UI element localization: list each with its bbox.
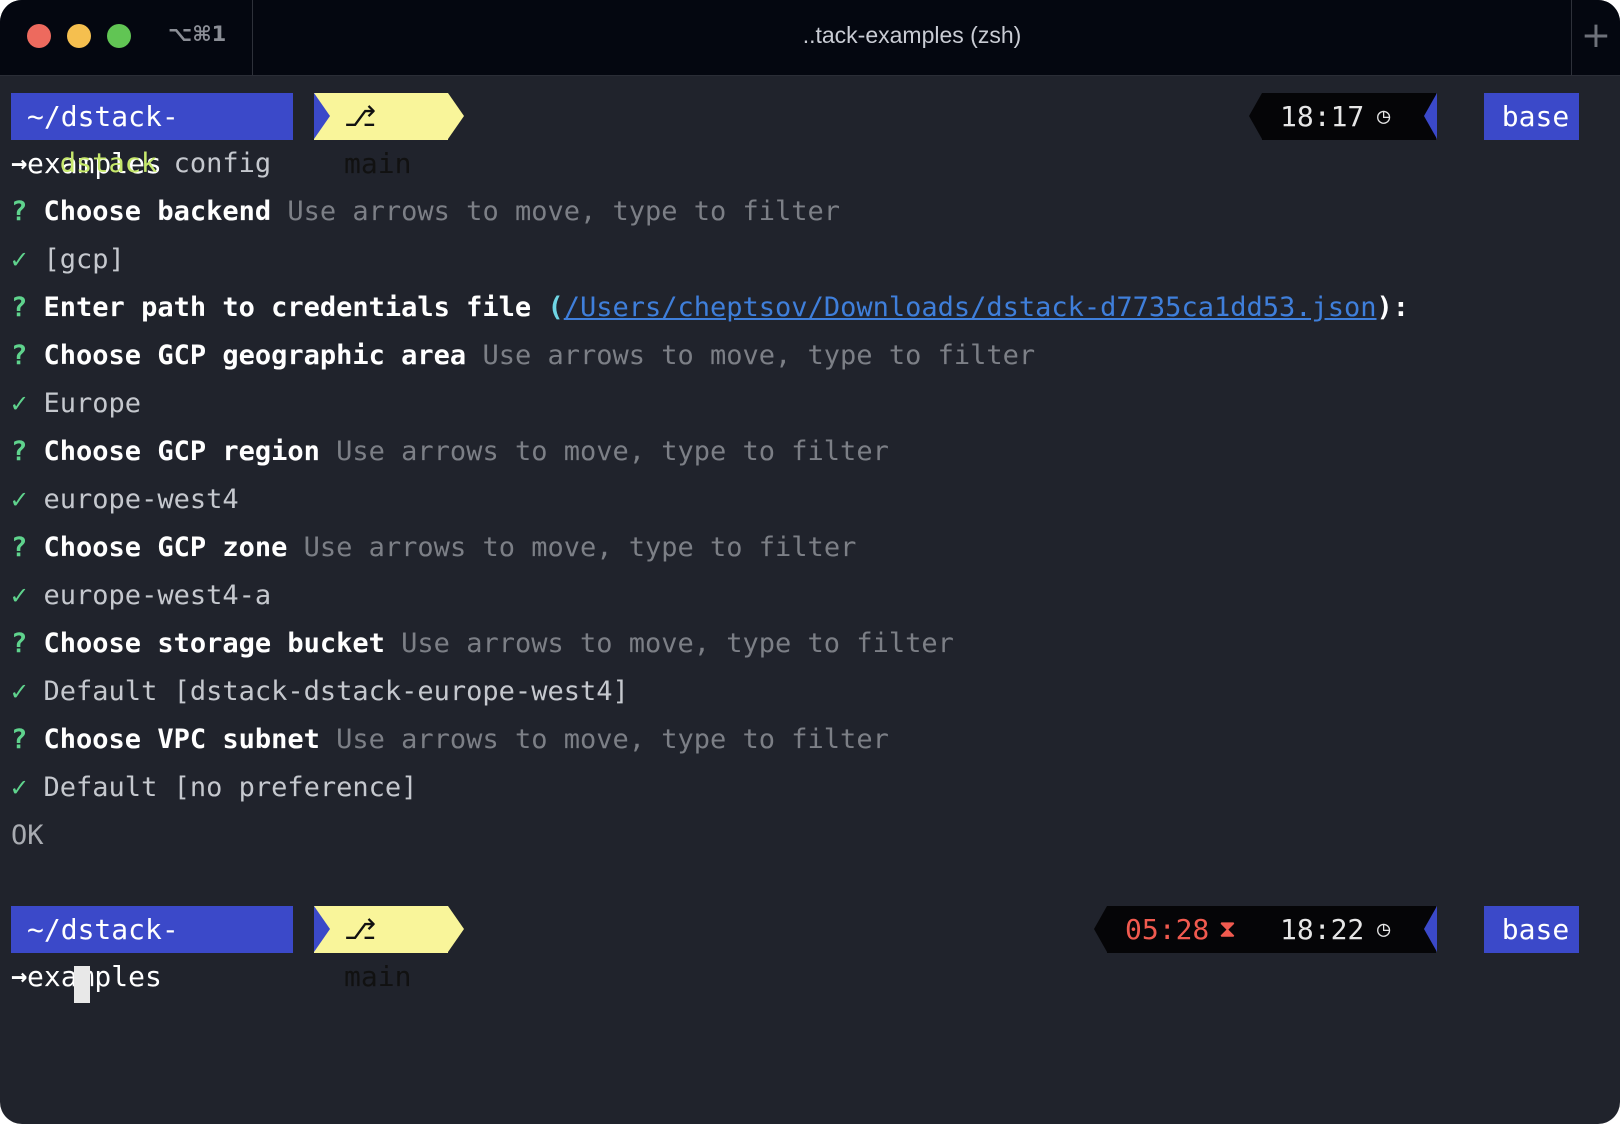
command-line: → dstack config xyxy=(11,140,271,188)
check-icon: ✓ xyxy=(11,772,28,803)
prompt-path: ~/dstack-examples xyxy=(11,93,293,180)
prompt-env: base xyxy=(1484,93,1579,140)
credentials-path-link[interactable]: /Users/cheptsov/Downloads/dstack-d7735ca… xyxy=(564,292,1377,323)
prompt-time: 18:22 xyxy=(1280,913,1365,946)
output-question: ? Choose backend Use arrows to move, typ… xyxy=(11,196,841,227)
output-question: ? Choose GCP zone Use arrows to move, ty… xyxy=(11,532,857,563)
check-icon: ✓ xyxy=(11,484,28,515)
check-icon: ✓ xyxy=(11,244,28,275)
prompt-arrow-icon: → xyxy=(11,148,28,179)
tab-shortcut-label: ⌥⌘1 xyxy=(168,22,227,46)
terminal-window: ⌥⌘1 ..tack-examples (zsh) + ~/dstack-exa… xyxy=(0,0,1620,1124)
prompt-branch-segment: ⎇ main xyxy=(314,93,448,180)
segment-separator xyxy=(1424,93,1437,139)
new-tab-button[interactable]: + xyxy=(1572,14,1620,58)
output-question: ? Choose GCP region Use arrows to move, … xyxy=(11,436,889,467)
close-window-button[interactable] xyxy=(27,24,51,48)
git-branch-icon: ⎇ xyxy=(344,913,377,946)
git-branch-icon: ⎇ xyxy=(344,100,377,133)
output-question: ? Choose VPC subnet Use arrows to move, … xyxy=(11,724,889,755)
prompt-branch: main xyxy=(344,960,412,993)
prompt-path: ~/dstack-examples xyxy=(11,906,293,993)
minimize-window-button[interactable] xyxy=(67,24,91,48)
clock-icon: ◷ xyxy=(1377,917,1391,942)
segment-separator xyxy=(1094,906,1107,952)
output-answer: ✓ Default [dstack-dstack-europe-west4] xyxy=(11,676,629,707)
output-answer: ✓ europe-west4-a xyxy=(11,580,272,611)
command-args: config xyxy=(173,148,272,179)
prompt-arrow-icon: → xyxy=(11,961,28,992)
segment-separator xyxy=(448,93,464,139)
output-question: ? Choose storage bucket Use arrows to mo… xyxy=(11,628,954,659)
check-icon: ✓ xyxy=(11,388,28,419)
segment-separator xyxy=(314,93,330,139)
prompt-time-segment: 18:17 ◷ xyxy=(1262,93,1436,140)
input-line[interactable]: → xyxy=(11,953,27,1001)
check-icon: ✓ xyxy=(11,676,28,707)
output-answer: ✓ Europe xyxy=(11,388,142,419)
prompt-env: base xyxy=(1484,906,1579,953)
prompt-branch-segment: ⎇ main xyxy=(314,906,448,993)
clock-icon: ◷ xyxy=(1377,104,1391,129)
output-answer: ✓ europe-west4 xyxy=(11,484,239,515)
terminal-content[interactable]: ~/dstack-examples ⎇ main 18:17 ◷ base → … xyxy=(0,76,1620,1124)
prompt-duration-segment: 05:28 ⧗ 18:22 ◷ xyxy=(1107,906,1436,953)
prompt-branch: main xyxy=(344,147,412,180)
output-question: ? Enter path to credentials file (/Users… xyxy=(11,292,1410,323)
command-program: dstack xyxy=(59,148,158,179)
check-icon: ✓ xyxy=(11,580,28,611)
prompt-bar: ~/dstack-examples ⎇ main 05:28 ⧗ 18:22 ◷… xyxy=(11,906,1579,993)
segment-separator xyxy=(314,906,330,952)
output-status: OK xyxy=(11,820,44,851)
maximize-window-button[interactable] xyxy=(107,24,131,48)
output-answer: ✓ Default [no preference] xyxy=(11,772,418,803)
prompt-time: 18:17 xyxy=(1280,100,1365,133)
title-bar: ⌥⌘1 ..tack-examples (zsh) + xyxy=(0,0,1620,76)
prompt-bar: ~/dstack-examples ⎇ main 18:17 ◷ base xyxy=(11,93,1579,180)
output-question: ? Choose GCP geographic area Use arrows … xyxy=(11,340,1036,371)
segment-separator xyxy=(448,906,464,952)
tab-title[interactable]: ..tack-examples (zsh) xyxy=(253,22,1571,49)
hourglass-icon: ⧗ xyxy=(1219,915,1236,943)
segment-separator xyxy=(1424,906,1437,952)
segment-separator xyxy=(1249,93,1262,139)
text-cursor xyxy=(74,966,90,1003)
output-answer: ✓ [gcp] xyxy=(11,244,125,275)
command-duration: 05:28 xyxy=(1125,913,1210,946)
